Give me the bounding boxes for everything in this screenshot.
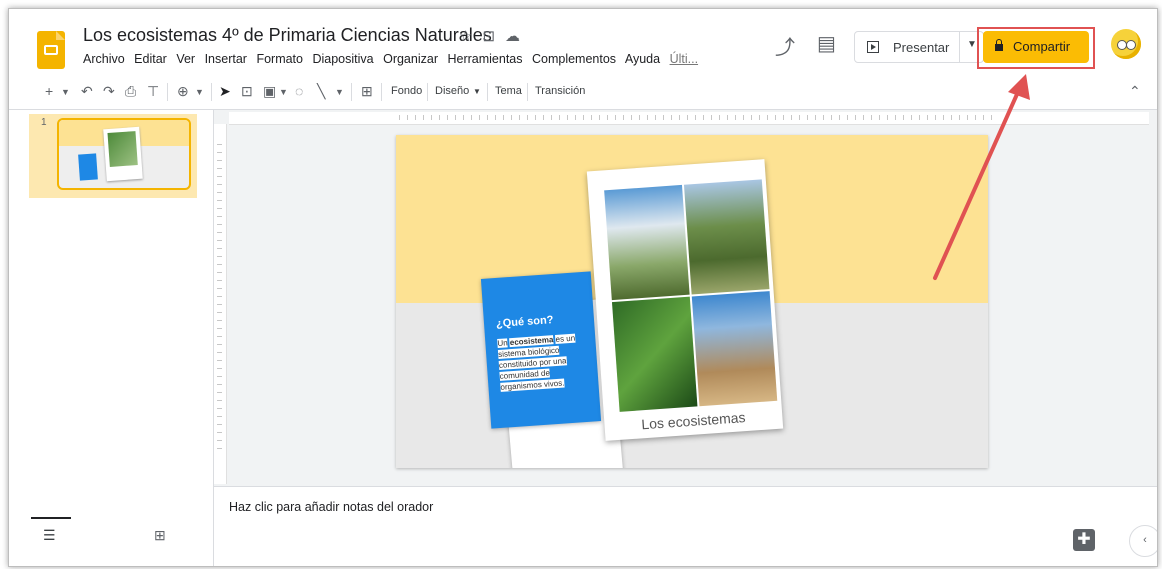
annotation-arrow <box>933 74 1030 280</box>
